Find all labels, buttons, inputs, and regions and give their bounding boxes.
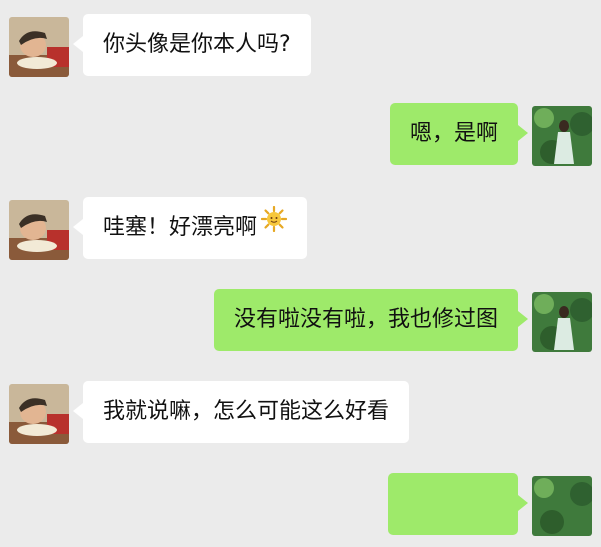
- man-avatar-icon: [9, 17, 69, 77]
- self-avatar[interactable]: [532, 292, 592, 352]
- self-avatar[interactable]: [532, 106, 592, 166]
- outgoing-message-bubble[interactable]: 嗯，是啊: [389, 103, 529, 165]
- message-row: 我就说嘛，怎么可能这么好看: [0, 381, 601, 455]
- outgoing-message-bubble[interactable]: [388, 473, 528, 535]
- message-text: 哇塞！好漂亮啊: [103, 215, 258, 240]
- message-row: [0, 473, 601, 547]
- incoming-message-bubble[interactable]: 我就说嘛，怎么可能这么好看: [72, 381, 410, 443]
- outgoing-message-bubble[interactable]: 没有啦没有啦，我也修过图: [213, 289, 529, 351]
- man-avatar-icon: [9, 384, 69, 444]
- sun-emoji-icon: [260, 195, 288, 257]
- message-row: 没有啦没有啦，我也修过图: [0, 289, 601, 363]
- message-row: 嗯，是啊: [0, 103, 601, 177]
- message-text: 没有啦没有啦，我也修过图: [233, 307, 498, 332]
- contact-avatar[interactable]: [9, 200, 69, 260]
- contact-avatar[interactable]: [9, 384, 69, 444]
- girl-avatar-icon: [532, 292, 592, 352]
- self-avatar[interactable]: [532, 476, 592, 536]
- message-text: 嗯，是啊: [409, 121, 498, 146]
- man-avatar-icon: [9, 200, 69, 260]
- message-row: 哇塞！好漂亮啊: [0, 197, 601, 271]
- contact-avatar[interactable]: [9, 17, 69, 77]
- incoming-message-bubble[interactable]: 你头像是你本人吗?: [73, 14, 311, 76]
- message-text: 我就说嘛，怎么可能这么好看: [103, 399, 390, 424]
- message-text: 你头像是你本人吗?: [103, 32, 291, 57]
- message-row: 你头像是你本人吗?: [0, 14, 601, 88]
- girl-avatar-icon: [532, 106, 592, 166]
- incoming-message-bubble[interactable]: 哇塞！好漂亮啊: [72, 195, 308, 259]
- girl-avatar-icon: [532, 476, 592, 536]
